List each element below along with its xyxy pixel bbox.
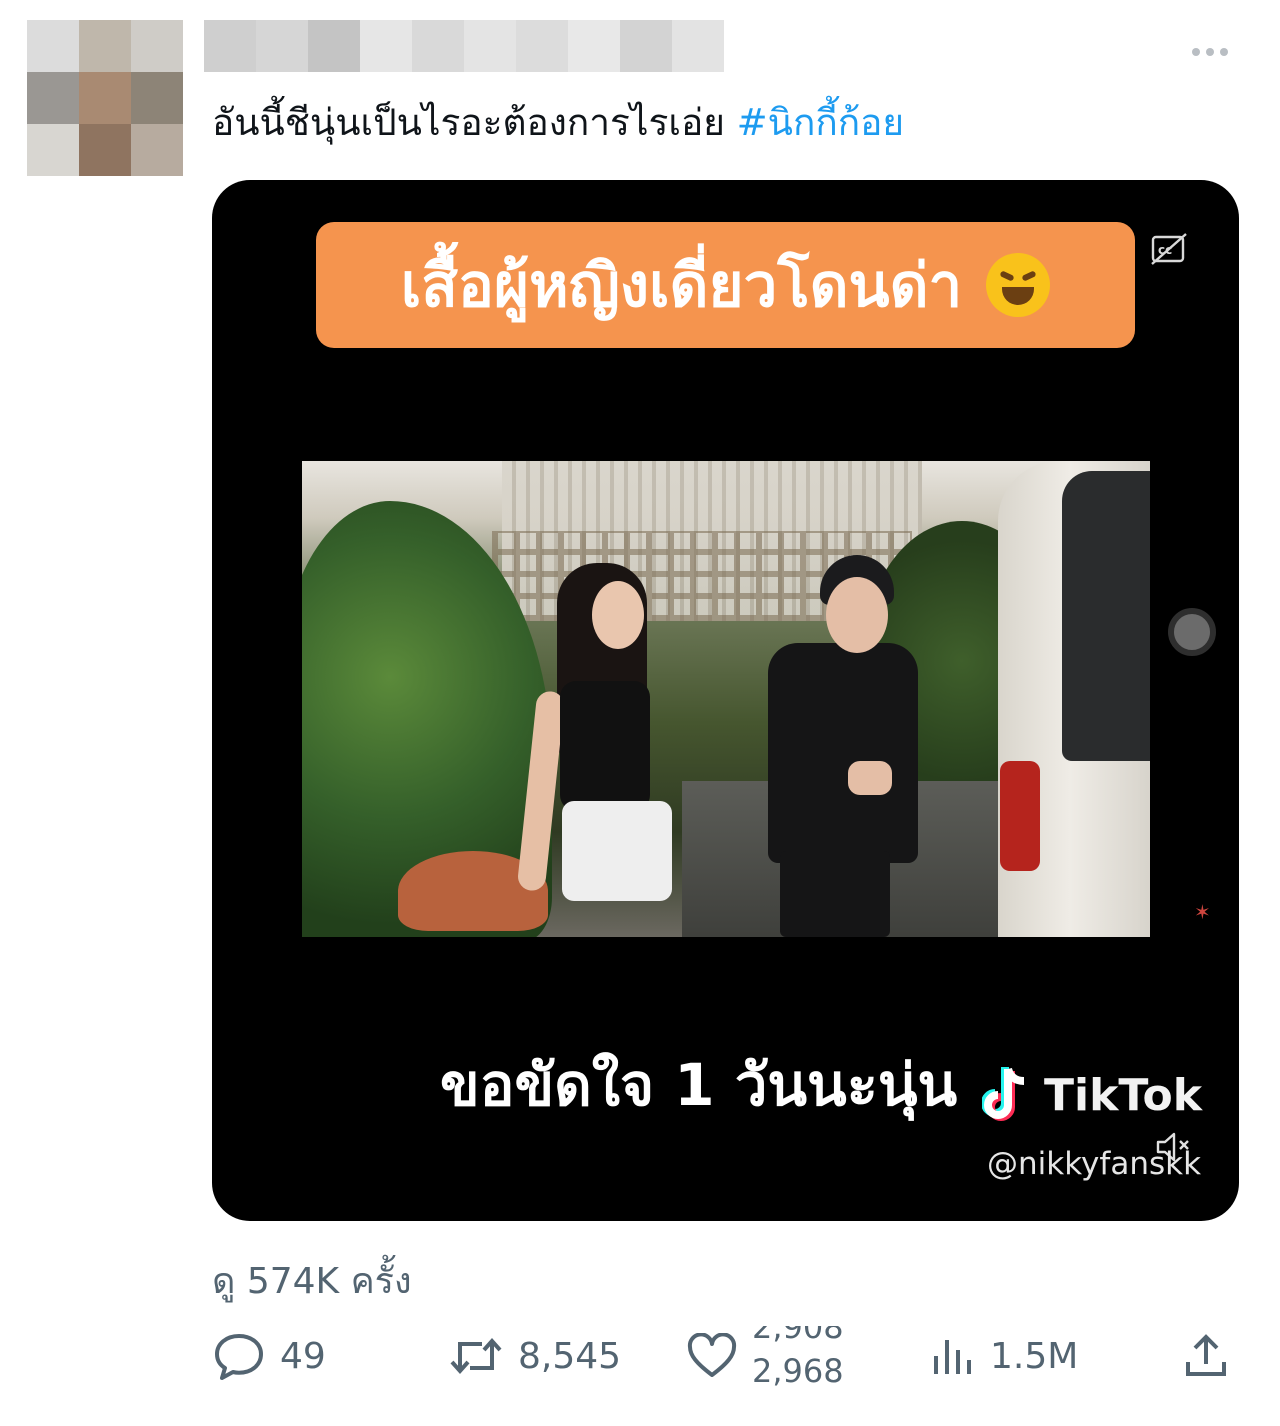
heart-icon bbox=[687, 1333, 737, 1377]
author-name-blurred[interactable] bbox=[204, 20, 724, 72]
reply-icon bbox=[215, 1334, 263, 1380]
name-blur-tile bbox=[620, 20, 672, 72]
name-blur-tile bbox=[516, 20, 568, 72]
person-top bbox=[560, 681, 650, 811]
avatar-tile bbox=[27, 72, 79, 124]
more-horizontal-icon-dot bbox=[1206, 48, 1214, 56]
share-button[interactable] bbox=[1182, 1326, 1230, 1386]
like-count-old: 2,908 bbox=[752, 1326, 844, 1346]
closed-captions-icon[interactable]: cc bbox=[1150, 232, 1188, 266]
name-blur-tile bbox=[568, 20, 620, 72]
views-button[interactable]: 1.5M bbox=[930, 1326, 1078, 1386]
views-count: 1.5M bbox=[990, 1335, 1079, 1377]
like-count-new: 2,968 bbox=[752, 1352, 844, 1386]
name-blur-tile bbox=[412, 20, 464, 72]
name-blur-tile bbox=[672, 20, 724, 72]
van-window bbox=[1062, 471, 1150, 761]
record-dot-icon[interactable] bbox=[1168, 608, 1216, 656]
person-hand bbox=[848, 761, 892, 795]
person-face bbox=[826, 577, 888, 653]
avatar-tile bbox=[27, 20, 79, 72]
name-blur-tile bbox=[464, 20, 516, 72]
tweet-body: อันนี้ชีนุ่นเป็นไรอะต้องการไรเอ่ย bbox=[212, 101, 725, 144]
name-blur-tile bbox=[360, 20, 412, 72]
avatar-tile bbox=[79, 124, 131, 176]
like-button[interactable]: 2,908 2,968 bbox=[686, 1326, 862, 1386]
share-icon bbox=[1186, 1334, 1226, 1376]
name-blur-tile bbox=[204, 20, 256, 72]
more-horizontal-icon-dot bbox=[1220, 48, 1228, 56]
person-shorts bbox=[562, 801, 672, 901]
retweet-button[interactable]: 8,545 bbox=[448, 1326, 621, 1386]
reply-button[interactable]: 49 bbox=[212, 1326, 326, 1386]
like-count-animating: 2,908 2,968 bbox=[752, 1326, 862, 1386]
avatar[interactable] bbox=[27, 20, 183, 176]
avatar-tile bbox=[79, 72, 131, 124]
more-horizontal-icon bbox=[1192, 48, 1200, 56]
video-caption-banner: เสื้อผู้หญิงเดี่ยวโดนด่า bbox=[316, 222, 1135, 348]
tiktok-watermark: TikTok bbox=[982, 1060, 1212, 1130]
tweet-text: อันนี้ชีนุ่นเป็นไรอะต้องการไรเอ่ย #นิกกี… bbox=[212, 98, 1192, 148]
more-options-button[interactable] bbox=[1180, 36, 1240, 68]
avatar-tile bbox=[131, 124, 183, 176]
retweet-icon bbox=[450, 1337, 502, 1375]
action-bar: 49 8,545 2,908 2,968 1.5M bbox=[212, 1326, 1242, 1386]
tiktok-note-icon bbox=[982, 1067, 1025, 1121]
name-blur-tile bbox=[308, 20, 360, 72]
sparkle-icon: ✶ bbox=[1194, 900, 1211, 924]
person-face bbox=[592, 581, 644, 649]
banner-text: เสื้อผู้หญิงเดี่ยวโดนด่า bbox=[400, 250, 963, 321]
svg-text:cc: cc bbox=[1158, 243, 1172, 257]
hashtag-link[interactable]: #นิกกี้ก้อย bbox=[737, 101, 904, 144]
video-frame bbox=[302, 461, 1150, 937]
person-shirt bbox=[768, 643, 918, 863]
tiktok-handle: @nikkyfanskk bbox=[987, 1146, 1202, 1182]
analytics-bars-icon bbox=[934, 1340, 971, 1374]
avatar-tile bbox=[27, 124, 79, 176]
avatar-tile bbox=[131, 72, 183, 124]
video-subtitle: ขอขัดใจ 1 วันนะนุ่น bbox=[440, 1051, 958, 1119]
avatar-tile bbox=[79, 20, 131, 72]
rolling-laughing-emoji-icon bbox=[986, 253, 1051, 317]
retweet-count: 8,545 bbox=[518, 1335, 622, 1377]
video-player[interactable]: เสื้อผู้หญิงเดี่ยวโดนด่า cc ✶ ขอขัดใจ 1 … bbox=[212, 180, 1239, 1221]
view-count-text: ดู 574K ครั้ง bbox=[212, 1261, 412, 1302]
van-tail-light bbox=[1000, 761, 1040, 871]
name-blur-tile bbox=[256, 20, 308, 72]
person-shorts bbox=[780, 851, 890, 937]
avatar-tile bbox=[131, 20, 183, 72]
tiktok-brand: TikTok bbox=[1044, 1069, 1203, 1121]
reply-count: 49 bbox=[280, 1335, 326, 1377]
